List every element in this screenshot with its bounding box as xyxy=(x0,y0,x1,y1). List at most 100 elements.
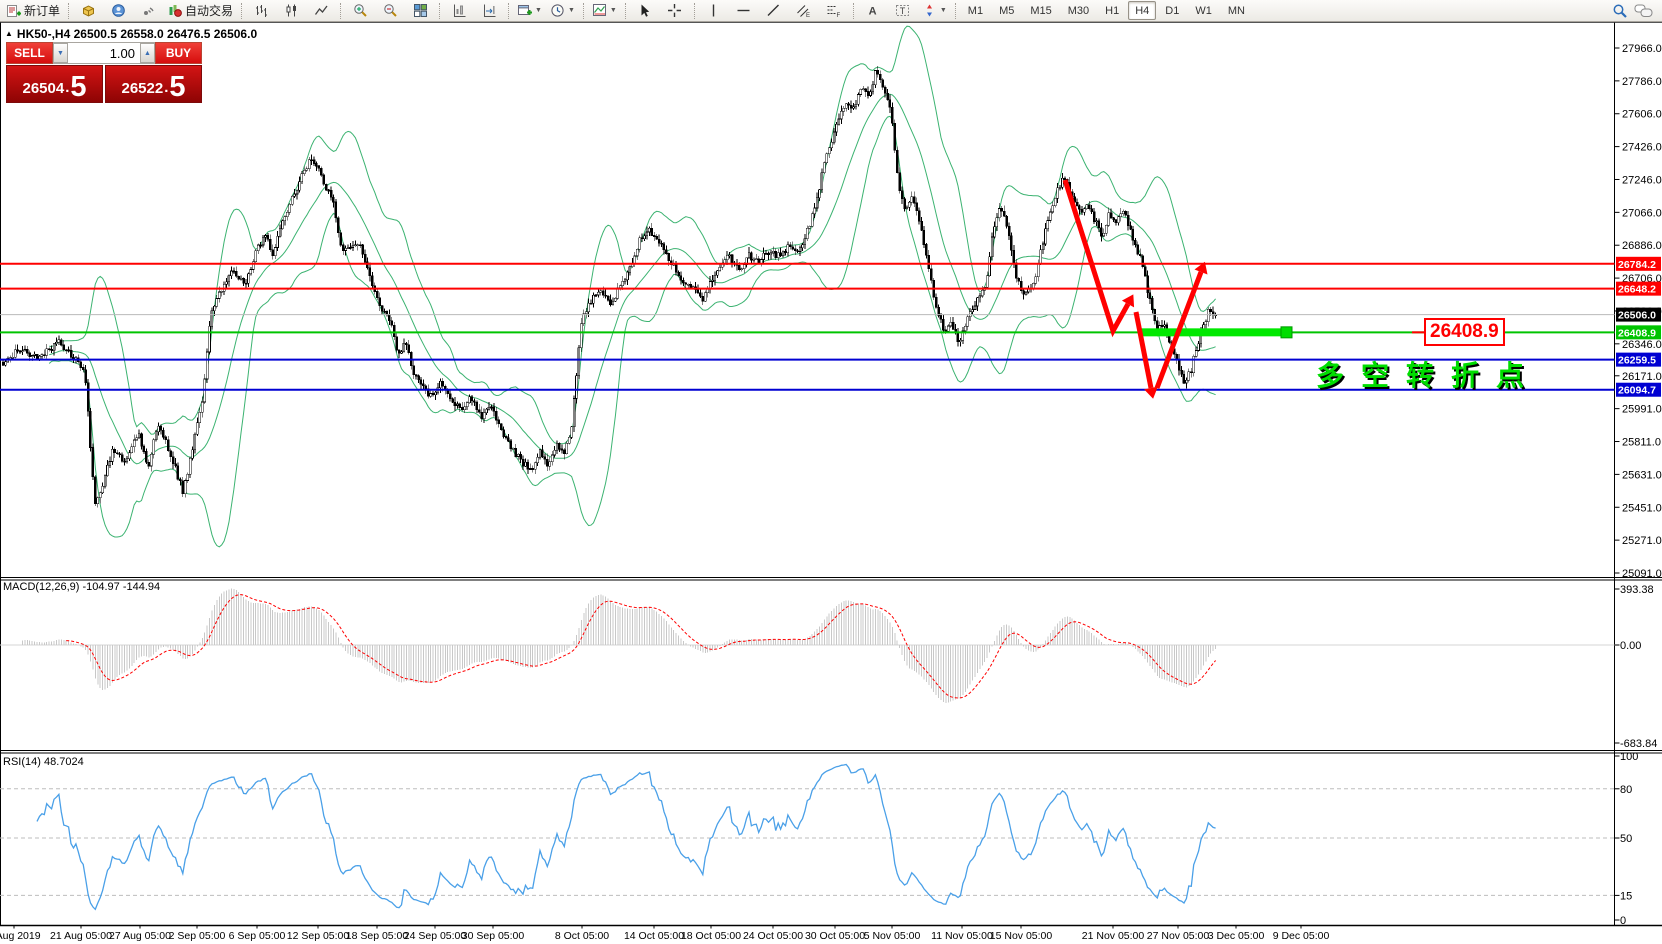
chat-icon[interactable] xyxy=(1634,3,1654,19)
signal-button[interactable] xyxy=(133,0,163,22)
indicators-icon xyxy=(592,3,607,18)
mt4-window: 新订单 自动交易 ▼ ▼ ▼ E F A xyxy=(0,0,1662,944)
cursor-button[interactable] xyxy=(630,0,660,22)
vertical-line-button[interactable] xyxy=(699,0,729,22)
buy-price-button[interactable]: 26522.5 xyxy=(105,65,202,103)
candlestick-chart-button[interactable] xyxy=(276,0,306,22)
svg-text:25991.0: 25991.0 xyxy=(1622,404,1662,416)
svg-text:A: A xyxy=(869,6,877,18)
new-order-label: 新订单 xyxy=(24,2,60,19)
chart-title: ▲ HK50-,H4 26500.5 26558.0 26476.5 26506… xyxy=(5,27,257,41)
buy-button[interactable]: BUY xyxy=(155,42,202,64)
fibonacci-button[interactable]: F xyxy=(819,0,849,22)
text-icon: A xyxy=(865,3,880,18)
tf-M15[interactable]: M15 xyxy=(1023,1,1058,20)
price-alert-label[interactable]: 26408.9 xyxy=(1424,318,1505,346)
svg-text:27606.0: 27606.0 xyxy=(1622,109,1662,121)
volume-down-button[interactable]: ▼ xyxy=(53,43,68,63)
svg-text:100: 100 xyxy=(1620,751,1638,763)
svg-text:27786.0: 27786.0 xyxy=(1622,76,1662,88)
svg-text:24 Oct 05:00: 24 Oct 05:00 xyxy=(743,930,803,942)
tf-D1[interactable]: D1 xyxy=(1158,1,1186,20)
tf-M5[interactable]: M5 xyxy=(992,1,1021,20)
bar-chart-button[interactable] xyxy=(246,0,276,22)
indicators-button[interactable]: ▼ xyxy=(588,0,621,22)
svg-text:26506.0: 26506.0 xyxy=(1618,310,1656,322)
svg-text:27966.0: 27966.0 xyxy=(1622,43,1662,55)
arrange-charts-button[interactable] xyxy=(444,0,474,22)
tf-M1[interactable]: M1 xyxy=(961,1,990,20)
svg-text:5 Aug 2019: 5 Aug 2019 xyxy=(0,930,41,942)
svg-text:15: 15 xyxy=(1620,890,1632,902)
svg-text:18 Oct 05:00: 18 Oct 05:00 xyxy=(681,930,741,942)
horizontal-line-button[interactable] xyxy=(729,0,759,22)
zoom-out-icon xyxy=(383,3,398,18)
gold-box-icon xyxy=(81,3,96,18)
svg-text:3 Dec 05:00: 3 Dec 05:00 xyxy=(1208,930,1265,942)
svg-text:26408.9: 26408.9 xyxy=(1618,327,1656,339)
svg-text:26784.2: 26784.2 xyxy=(1618,259,1656,271)
line-chart-icon xyxy=(314,3,329,18)
auto-scroll-button[interactable] xyxy=(474,0,504,22)
zoom-in-icon xyxy=(353,3,368,18)
svg-text:27 Nov 05:00: 27 Nov 05:00 xyxy=(1147,930,1210,942)
text-label-button[interactable]: T xyxy=(888,0,918,22)
line-chart-button[interactable] xyxy=(306,0,336,22)
one-click-trading-panel: SELL ▼ 1.00 ▲ BUY 26504.5 26522.5 xyxy=(6,42,202,103)
svg-text:26259.5: 26259.5 xyxy=(1618,355,1656,367)
svg-text:27 Aug 05:00: 27 Aug 05:00 xyxy=(109,930,171,942)
collapse-icon[interactable]: ▲ xyxy=(5,30,13,38)
tf-M30[interactable]: M30 xyxy=(1061,1,1096,20)
bar-chart-icon xyxy=(254,3,269,18)
arrow-objects-icon xyxy=(922,3,937,18)
chinese-annotation[interactable]: 多空转折点 xyxy=(1316,354,1541,394)
sell-button[interactable]: SELL xyxy=(6,42,53,64)
svg-text:26648.2: 26648.2 xyxy=(1618,284,1656,296)
svg-text:9 Dec 05:00: 9 Dec 05:00 xyxy=(1273,930,1330,942)
chart-canvas[interactable]: 27966.027786.027606.027426.027246.027066… xyxy=(0,0,1662,944)
svg-text:E: E xyxy=(806,13,810,18)
svg-text:25271.0: 25271.0 xyxy=(1622,535,1662,547)
svg-text:80: 80 xyxy=(1620,784,1632,796)
tf-H1[interactable]: H1 xyxy=(1098,1,1126,20)
zoom-in-button[interactable] xyxy=(345,0,375,22)
svg-text:21 Aug 05:00: 21 Aug 05:00 xyxy=(50,930,112,942)
search-icon[interactable] xyxy=(1612,3,1628,19)
arrows-button[interactable]: ▼ xyxy=(918,0,951,22)
new-chart-button[interactable]: ▼ xyxy=(513,0,546,22)
tf-MN[interactable]: MN xyxy=(1221,1,1252,20)
rsi-indicator-label: RSI(14) 48.7024 xyxy=(3,756,84,768)
sell-price-button[interactable]: 26504.5 xyxy=(6,65,103,103)
macd-indicator-label: MACD(12,26,9) -104.97 -144.94 xyxy=(3,581,160,593)
crosshair-button[interactable] xyxy=(660,0,690,22)
line-handle[interactable] xyxy=(1281,327,1292,338)
tile-windows-button[interactable] xyxy=(405,0,435,22)
chart-frame xyxy=(0,22,1662,944)
toolbar-separator xyxy=(241,3,242,19)
period-button[interactable]: ▼ xyxy=(546,0,579,22)
trendline-button[interactable] xyxy=(759,0,789,22)
channel-button[interactable]: E xyxy=(789,0,819,22)
new-order-button[interactable]: 新订单 xyxy=(2,0,64,22)
market-watch-button[interactable] xyxy=(73,0,103,22)
bid-dot: . xyxy=(65,79,69,96)
candlestick-chart-icon xyxy=(284,3,299,18)
toolbar-separator xyxy=(508,3,509,19)
text-button[interactable]: A xyxy=(858,0,888,22)
svg-text:-683.84: -683.84 xyxy=(1620,738,1657,750)
svg-text:F: F xyxy=(837,13,841,18)
volume-up-button[interactable]: ▲ xyxy=(140,43,155,63)
autotrading-button[interactable]: 自动交易 xyxy=(163,0,237,22)
svg-text:25631.0: 25631.0 xyxy=(1622,469,1662,481)
crosshair-icon xyxy=(667,3,682,18)
tf-H4[interactable]: H4 xyxy=(1128,1,1156,20)
svg-text:30 Sep 05:00: 30 Sep 05:00 xyxy=(462,930,525,942)
volume-value[interactable]: 1.00 xyxy=(68,43,140,63)
toolbar-separator xyxy=(583,3,584,19)
svg-text:25091.0: 25091.0 xyxy=(1622,568,1662,580)
svg-text:15 Nov 05:00: 15 Nov 05:00 xyxy=(990,930,1053,942)
toolbar-separator xyxy=(68,3,69,19)
zoom-out-button[interactable] xyxy=(375,0,405,22)
tf-W1[interactable]: W1 xyxy=(1188,1,1219,20)
profile-button[interactable] xyxy=(103,0,133,22)
